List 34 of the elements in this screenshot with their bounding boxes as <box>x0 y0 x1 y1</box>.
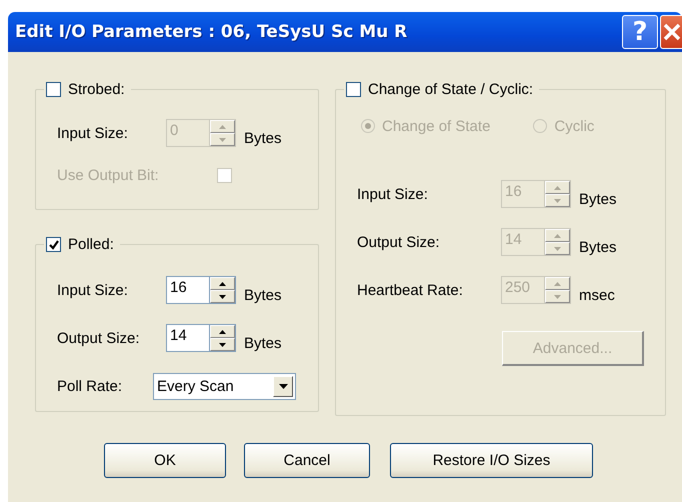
close-icon <box>662 21 682 43</box>
field-label: Input Size: <box>57 124 129 142</box>
radio-label: Cyclic <box>554 118 594 134</box>
unit-label: Bytes <box>579 190 617 208</box>
group-label: Change of State / Cyclic: <box>368 81 534 98</box>
dialog-button[interactable]: Restore I/O Sizes <box>390 443 593 478</box>
field-label: Heartbeat Rate: <box>357 282 464 298</box>
number-field[interactable]: 14 <box>166 324 210 352</box>
checkbox-label: Use Output Bit: <box>57 166 160 184</box>
spin-arrows[interactable] <box>210 324 236 352</box>
spin-arrows[interactable] <box>210 276 236 304</box>
checkbox[interactable] <box>46 237 61 252</box>
unit-label: Bytes <box>579 238 617 256</box>
window-title: Edit I/O Parameters : 06, TeSysU Sc Mu R <box>15 22 408 42</box>
field-label: Output Size: <box>57 330 141 346</box>
radio-label: Change of State <box>382 118 490 134</box>
field-label: Input Size: <box>57 282 129 298</box>
unit-label: Bytes <box>244 334 282 352</box>
dialog-button[interactable]: OK <box>104 443 226 478</box>
dialog-button[interactable]: Cancel <box>244 443 370 478</box>
help-button[interactable]: ? <box>622 15 658 49</box>
unit-label: Bytes <box>244 286 282 304</box>
field-label: Poll Rate: <box>57 378 124 394</box>
close-button[interactable] <box>660 15 682 49</box>
unit-label: msec <box>579 286 615 304</box>
group-label: Strobed: <box>68 81 125 98</box>
unit-label: Bytes <box>244 130 282 146</box>
dropdown[interactable]: Every Scan <box>153 372 296 400</box>
checkbox[interactable] <box>46 82 61 97</box>
checkbox[interactable] <box>346 82 361 97</box>
number-field[interactable]: 16 <box>166 276 210 304</box>
field-label: Output Size: <box>357 234 441 250</box>
field-label: Input Size: <box>357 186 429 202</box>
group-label: Polled: <box>68 236 114 253</box>
